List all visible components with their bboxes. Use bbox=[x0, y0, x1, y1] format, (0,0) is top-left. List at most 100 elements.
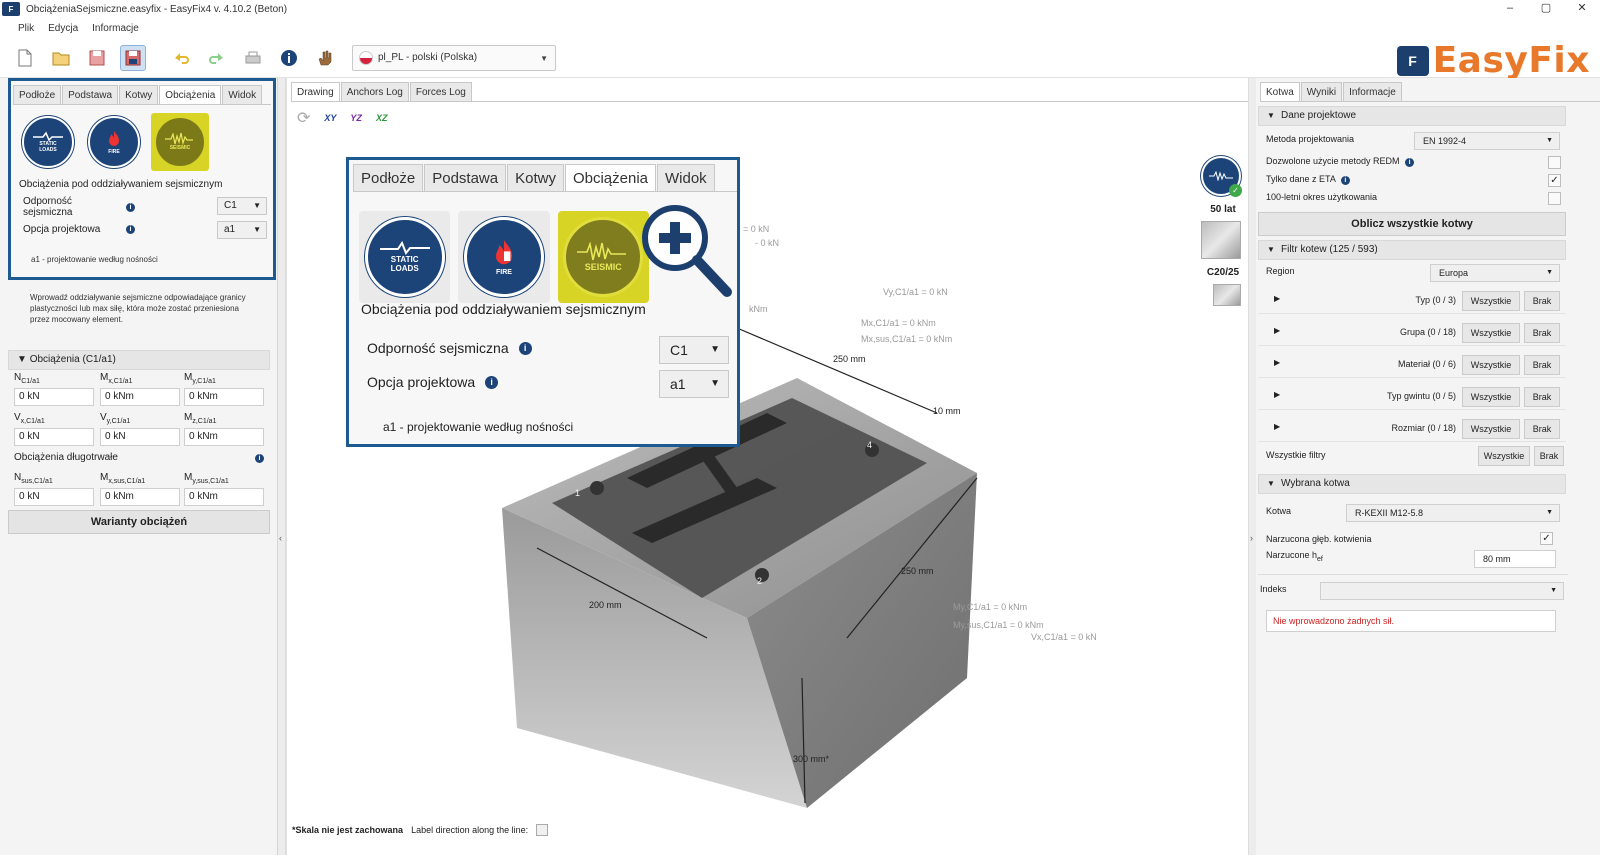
filter-all-button[interactable]: Wszystkie bbox=[1462, 291, 1520, 311]
info-icon[interactable] bbox=[276, 45, 302, 71]
tab-widok[interactable]: Widok bbox=[222, 85, 263, 104]
tab-podloze-magnified[interactable]: Podłoże bbox=[353, 164, 424, 191]
seismic-button[interactable]: SEISMIC bbox=[151, 113, 209, 171]
right-splitter[interactable]: › bbox=[1248, 78, 1256, 855]
hand-icon[interactable] bbox=[312, 45, 338, 71]
tab-kotwy[interactable]: Kotwy bbox=[119, 85, 159, 104]
new-file-icon[interactable] bbox=[12, 45, 38, 71]
seismic-badge-icon: ✓ bbox=[1201, 156, 1242, 197]
filter-row-material[interactable]: ▶ Materiał (0 / 6) Wszystkie Brak bbox=[1258, 352, 1566, 378]
tab-informacje[interactable]: Informacje bbox=[1343, 82, 1402, 101]
filter-all-button[interactable]: Wszystkie bbox=[1462, 355, 1520, 375]
anchor-select[interactable]: R-KEXII M12-5.8 ▼ bbox=[1346, 504, 1560, 522]
anchor-1[interactable] bbox=[590, 481, 604, 495]
tab-kotwy-magnified[interactable]: Kotwy bbox=[507, 164, 564, 191]
all-filters-all-button[interactable]: Wszystkie bbox=[1478, 446, 1530, 466]
all-filters-none-button[interactable]: Brak bbox=[1534, 446, 1564, 466]
open-folder-icon[interactable] bbox=[48, 45, 74, 71]
seismic-button-magnified[interactable]: SEISMIC bbox=[557, 210, 649, 303]
load-input[interactable]: 0 kN bbox=[100, 428, 180, 446]
menu-file[interactable]: Plik bbox=[18, 23, 34, 34]
imposed-depth-checkbox[interactable]: ✓ bbox=[1540, 532, 1553, 545]
filter-header-label: Filtr kotew (125 / 593) bbox=[1281, 244, 1378, 255]
filter-none-button[interactable]: Brak bbox=[1524, 323, 1560, 343]
static-loads-button-magnified[interactable]: STATIC LOADS bbox=[359, 210, 451, 303]
info-icon[interactable]: i bbox=[518, 341, 532, 355]
undo-icon[interactable] bbox=[168, 45, 194, 71]
fire-button[interactable]: FIRE bbox=[85, 113, 143, 171]
filter-row-thread[interactable]: ▶ Typ gwintu (0 / 5) Wszystkie Brak bbox=[1258, 384, 1566, 410]
region-select[interactable]: Europa ▼ bbox=[1430, 264, 1560, 282]
filter-all-button[interactable]: Wszystkie bbox=[1462, 419, 1520, 439]
imposed-hef-label: Narzucone hef bbox=[1266, 550, 1323, 563]
divider bbox=[1258, 574, 1568, 575]
tab-podstawa[interactable]: Podstawa bbox=[62, 85, 119, 104]
seismic-icon: SEISMIC bbox=[563, 216, 644, 297]
load-input[interactable]: 0 kNm bbox=[184, 388, 264, 406]
load-input[interactable]: 0 kN bbox=[14, 488, 94, 506]
fire-button-magnified[interactable]: FIRE bbox=[458, 210, 550, 303]
load-input[interactable]: 0 kNm bbox=[184, 428, 264, 446]
load-input[interactable]: 0 kN bbox=[14, 428, 94, 446]
load-input[interactable]: 0 kNm bbox=[184, 488, 264, 506]
tab-podstawa-magnified[interactable]: Podstawa bbox=[424, 164, 507, 191]
hef-input[interactable]: 80 mm bbox=[1474, 550, 1556, 568]
info-icon[interactable]: i bbox=[126, 225, 135, 234]
close-button[interactable]: ✕ bbox=[1564, 0, 1600, 18]
language-select[interactable]: pl_PL - polski (Polska) ▼ bbox=[352, 44, 556, 71]
tab-kotwa[interactable]: Kotwa bbox=[1260, 82, 1300, 101]
save-as-icon[interactable] bbox=[120, 44, 146, 71]
menu-edit[interactable]: Edycja bbox=[48, 23, 78, 34]
index-select[interactable]: ▼ bbox=[1320, 582, 1564, 600]
filter-row-group[interactable]: ▶ Grupa (0 / 18) Wszystkie Brak bbox=[1258, 320, 1566, 346]
eta-checkbox[interactable]: ✓ bbox=[1548, 174, 1561, 187]
menu-info[interactable]: Informacje bbox=[92, 23, 139, 34]
calculate-all-button[interactable]: Oblicz wszystkie kotwy bbox=[1258, 212, 1566, 236]
info-icon[interactable]: i bbox=[126, 202, 135, 212]
load-input[interactable]: 0 kNm bbox=[100, 488, 180, 506]
print-icon[interactable] bbox=[240, 45, 266, 71]
load-variants-button[interactable]: Warianty obciążeń bbox=[8, 510, 270, 534]
filter-all-button[interactable]: Wszystkie bbox=[1462, 323, 1520, 343]
redo-icon[interactable] bbox=[204, 45, 230, 71]
right-badges: ✓ 50 lat C20/25 bbox=[1201, 156, 1245, 306]
filter-row-type[interactable]: ▶ Typ (0 / 3) Wszystkie Brak bbox=[1258, 288, 1566, 314]
label-direction-checkbox[interactable] bbox=[536, 824, 549, 836]
project-data-header[interactable]: ▼ Dane projektowe bbox=[1258, 106, 1566, 126]
save-icon[interactable] bbox=[84, 45, 110, 71]
filter-all-button[interactable]: Wszystkie bbox=[1462, 387, 1520, 407]
left-splitter[interactable]: ‹ bbox=[278, 78, 286, 855]
tab-widok-magnified[interactable]: Widok bbox=[657, 164, 715, 191]
toolbar: pl_PL - polski (Polska) ▼ bbox=[0, 38, 1600, 78]
magnified-option-select[interactable]: a1 ▼ bbox=[659, 370, 729, 398]
filter-header[interactable]: ▼ Filtr kotew (125 / 593) bbox=[1258, 240, 1566, 260]
tab-podloze[interactable]: Podłoże bbox=[13, 85, 62, 104]
tab-wyniki[interactable]: Wyniki bbox=[1300, 82, 1343, 101]
info-icon[interactable]: i bbox=[255, 454, 264, 463]
resistance-select[interactable]: C1 ▼ bbox=[217, 197, 267, 215]
maximize-button[interactable]: ▢ bbox=[1528, 0, 1564, 18]
loads-section-header[interactable]: ▼ Obciążenia (C1/a1) bbox=[8, 350, 270, 370]
minimize-button[interactable]: – bbox=[1492, 0, 1528, 18]
tab-obciazenia[interactable]: Obciążenia bbox=[159, 85, 222, 104]
service-life-checkbox[interactable] bbox=[1548, 192, 1561, 205]
filter-none-button[interactable]: Brak bbox=[1524, 419, 1560, 439]
filter-none-button[interactable]: Brak bbox=[1524, 291, 1560, 311]
static-loads-button[interactable]: STATIC LOADS bbox=[19, 113, 77, 171]
redm-checkbox[interactable] bbox=[1548, 156, 1561, 169]
magnified-resistance-select[interactable]: C1 ▼ bbox=[659, 336, 729, 364]
index-label: Indeks bbox=[1260, 584, 1287, 594]
filter-none-button[interactable]: Brak bbox=[1524, 355, 1560, 375]
load-input[interactable]: 0 kN bbox=[14, 388, 94, 406]
load-input[interactable]: 0 kNm bbox=[100, 388, 180, 406]
info-icon[interactable]: i bbox=[1340, 176, 1350, 185]
option-select[interactable]: a1 ▼ bbox=[217, 221, 267, 239]
info-icon[interactable]: i bbox=[1405, 158, 1415, 167]
method-select[interactable]: EN 1992-4 ▼ bbox=[1414, 132, 1560, 150]
selected-anchor-header[interactable]: ▼ Wybrana kotwa bbox=[1258, 474, 1566, 494]
filter-row-size[interactable]: ▶ Rozmiar (0 / 18) Wszystkie Brak bbox=[1258, 416, 1566, 442]
info-icon[interactable]: i bbox=[485, 375, 499, 389]
brand-logo: F EasyFix bbox=[1396, 40, 1590, 81]
tab-obciazenia-magnified[interactable]: Obciążenia bbox=[564, 164, 656, 191]
filter-none-button[interactable]: Brak bbox=[1524, 387, 1560, 407]
